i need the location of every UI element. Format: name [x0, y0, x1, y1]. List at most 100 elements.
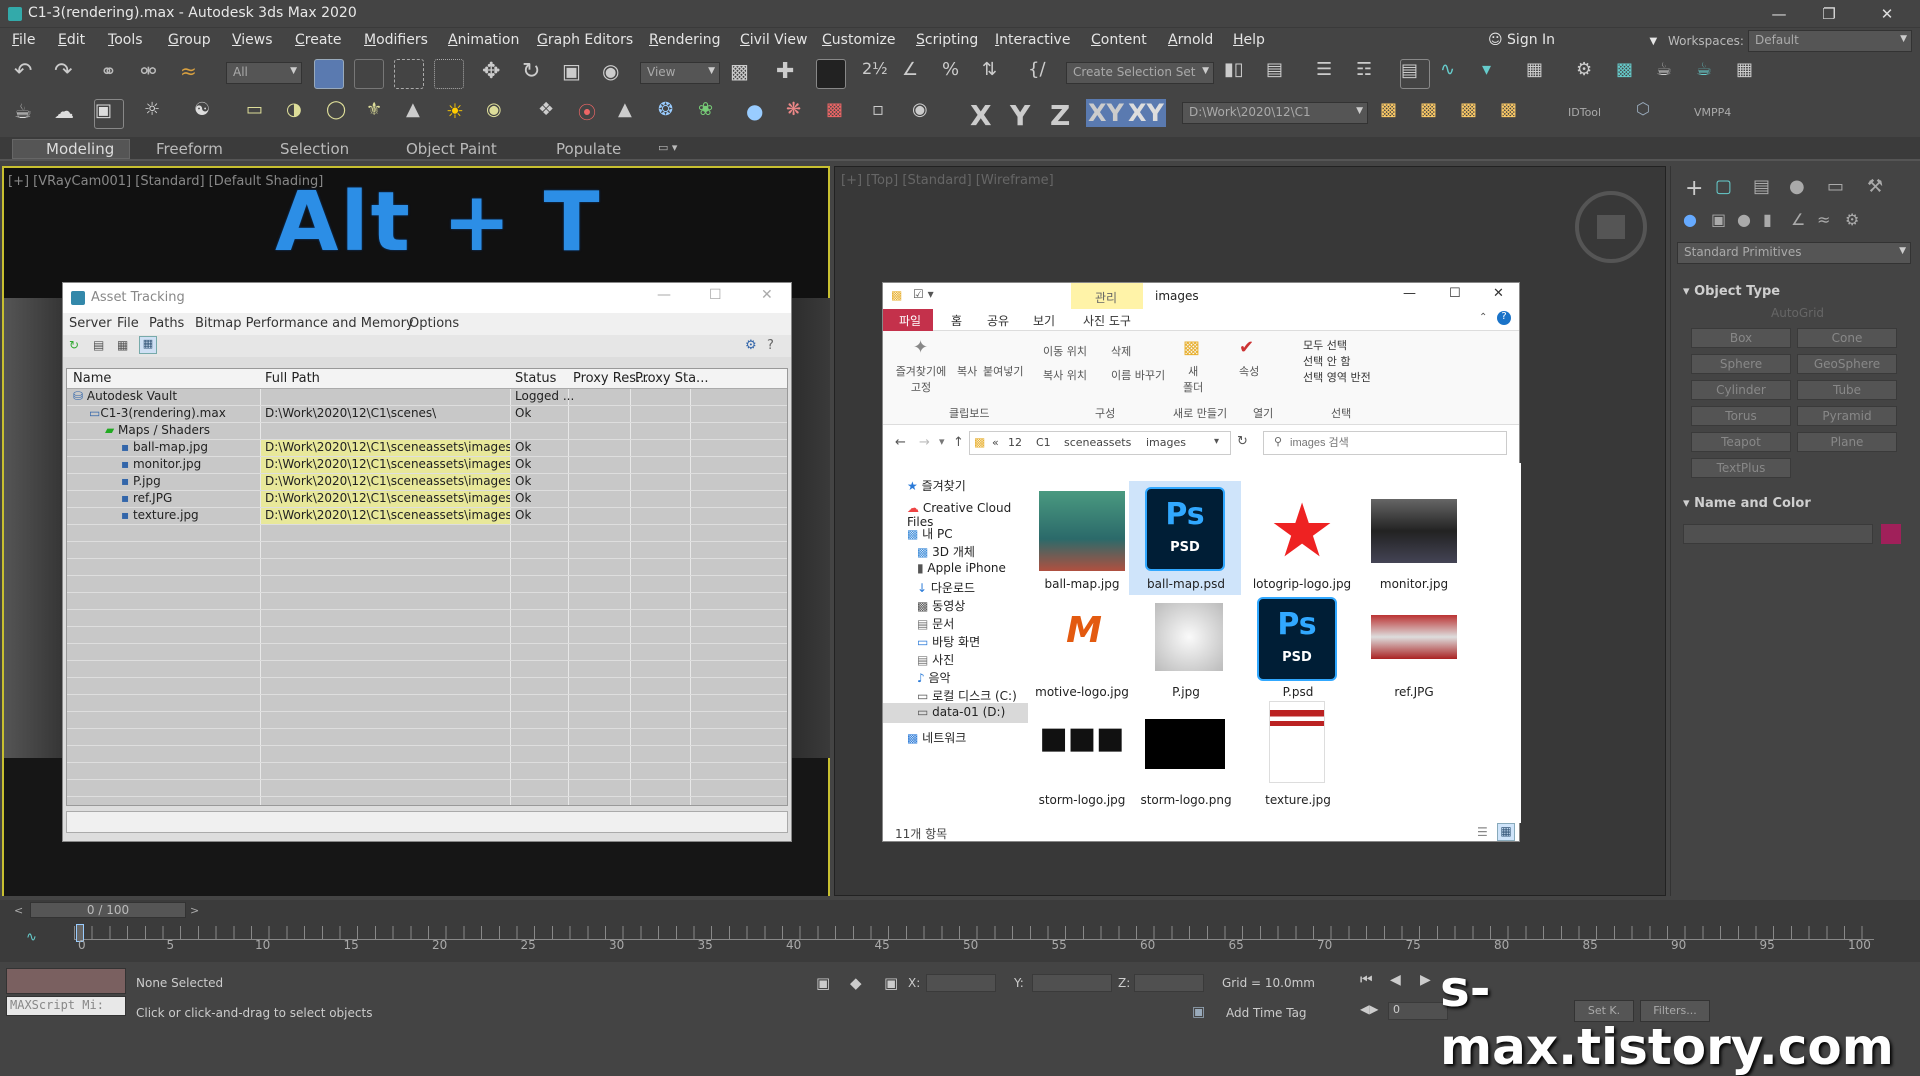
y-coordinate-field[interactable] — [1032, 974, 1112, 992]
autogrid-checkbox[interactable]: AutoGrid — [1771, 306, 1824, 320]
place-icon[interactable]: ◉ — [602, 59, 632, 89]
menu-interactive[interactable]: Interactive — [995, 32, 1070, 48]
menu-animation[interactable]: Animation — [448, 32, 519, 48]
table-row[interactable]: ▪ ref.JPG D:\Work\2020\12\C1\sceneassets\… — [67, 491, 787, 508]
mini-curve-editor-icon[interactable]: ∿ — [26, 930, 37, 945]
helpers-icon[interactable]: ∠ — [1791, 210, 1805, 229]
torus-button[interactable]: Torus — [1691, 406, 1791, 426]
close-button[interactable]: ✕ — [1864, 2, 1910, 26]
geosphere-button[interactable]: GeoSphere — [1797, 354, 1897, 374]
menu-arnold[interactable]: Arnold — [1168, 32, 1213, 48]
select-manipulate-icon[interactable]: ✚ — [776, 59, 806, 89]
vault-icon[interactable]: ⚙ — [745, 338, 757, 353]
col-full-path[interactable]: Full Path — [265, 371, 320, 386]
current-frame-field[interactable]: 0 — [1388, 1002, 1448, 1020]
ambient-light-icon[interactable]: ◉ — [486, 99, 516, 129]
table-row[interactable]: ⛁ Autodesk Vault Logged ... — [67, 389, 787, 406]
cone-button[interactable]: Cone — [1797, 328, 1897, 348]
properties-icon[interactable]: ✔ — [1239, 337, 1254, 358]
nav-3d-objects[interactable]: ▩ 3D 개체 — [917, 543, 975, 560]
cameras-icon[interactable]: ▮ — [1763, 210, 1772, 229]
link-icon[interactable]: ⚭ — [100, 59, 130, 89]
tube-button[interactable]: Tube — [1797, 380, 1897, 400]
cloud-render-icon[interactable]: ☁ — [54, 99, 84, 129]
menu-rendering[interactable]: Rendering — [649, 32, 721, 48]
object-color-swatch[interactable] — [1881, 524, 1901, 544]
rotate-icon[interactable]: ↻ — [522, 59, 552, 89]
sphere-light-icon[interactable]: ◯ — [326, 99, 356, 129]
plane-icon[interactable]: ▭ — [246, 99, 276, 129]
lights-icon[interactable]: ● — [1737, 210, 1751, 229]
file-label[interactable]: monitor.jpg — [1359, 577, 1469, 591]
refresh-icon[interactable]: ↻ — [1237, 434, 1248, 449]
address-bar[interactable]: ▩ « 12 C1 sceneassets images ▾ — [969, 431, 1231, 455]
recent-icon[interactable]: ▾ — [939, 435, 945, 448]
new-folder-icon[interactable]: ▩ — [1183, 337, 1200, 358]
file-label[interactable]: lotogrip-logo.jpg — [1247, 577, 1357, 591]
file-label[interactable]: texture.jpg — [1243, 793, 1353, 807]
sign-in-button[interactable]: ☺ Sign In ▼ — [1488, 32, 1657, 48]
percent-snap-icon[interactable]: % — [942, 59, 972, 89]
table-row[interactable]: ▪ ball-map.jpg D:\Work\2020\12\C1\sceneas… — [67, 440, 787, 457]
layer-explorer-icon[interactable]: ☶ — [1356, 59, 1386, 89]
refresh-icon[interactable]: ↻ — [69, 338, 79, 352]
delete-button[interactable]: 삭제 — [1111, 343, 1131, 359]
mesh-light-icon[interactable]: ⚜ — [366, 99, 396, 129]
prev-frame-icon[interactable]: < — [14, 904, 23, 917]
asset-icon[interactable]: ▩ — [1380, 99, 1410, 129]
nav-data-01-d[interactable]: ▭ data-01 (D:) — [917, 705, 1005, 719]
frame-buffer-icon[interactable]: ▣ — [94, 99, 124, 129]
menu-help[interactable]: Help — [1233, 32, 1265, 48]
shapes-icon[interactable]: ▣ — [1711, 210, 1726, 229]
tab-home[interactable]: 홈 — [951, 312, 962, 329]
material-ball-icon[interactable]: ❋ — [786, 99, 816, 129]
nav-quick-access[interactable]: ★ 즐겨찾기 — [907, 477, 966, 494]
table-row[interactable]: ▰ Maps / Shaders — [67, 423, 787, 440]
maxscript-input[interactable]: MAXScript Mi: — [6, 996, 126, 1016]
create-tab-icon[interactable]: + — [1685, 176, 1703, 201]
proxy-icon[interactable]: ❖ — [538, 99, 568, 129]
workspaces-dropdown[interactable]: Default — [1748, 30, 1912, 52]
spinner-snap-icon[interactable]: ⇅ — [982, 59, 1012, 89]
breadcrumb-overflow[interactable]: « — [992, 436, 999, 449]
window-crossing-icon[interactable] — [434, 59, 464, 89]
project-path-dropdown[interactable]: D:\Work\2020\12\C1 — [1182, 102, 1368, 124]
plane-button[interactable]: Plane — [1797, 432, 1897, 452]
environment-fog-icon[interactable]: ❂ — [658, 99, 688, 129]
tab-object-paint[interactable]: Object Paint — [406, 140, 497, 158]
menu-customize[interactable]: Customize — [822, 32, 896, 48]
menu-tools[interactable]: Tools — [108, 32, 143, 48]
manage-label[interactable]: 관리 — [1095, 289, 1117, 306]
table-row[interactable]: ▭C1-3(rendering).max D:\Work\2020\12\C1\s… — [67, 406, 787, 423]
light-lister-icon[interactable]: ☼ — [144, 99, 174, 129]
axis-z-button[interactable]: Z — [1050, 99, 1070, 132]
bind-spacewarp-icon[interactable]: ≈ — [180, 59, 210, 89]
render-in-cloud-icon[interactable]: ▦ — [1736, 59, 1766, 89]
material-editor-icon[interactable]: ▦ — [1526, 59, 1556, 89]
help-circle-icon[interactable]: ◉ — [912, 99, 942, 129]
undo-icon[interactable]: ↶ — [14, 59, 44, 89]
snaps-toggle-icon[interactable]: 2½ — [862, 59, 892, 89]
geometry-icon[interactable]: ● — [1683, 210, 1697, 229]
nav-music[interactable]: ♪ 음악 — [917, 669, 951, 686]
file-label[interactable]: storm-logo.png — [1131, 793, 1241, 807]
menu-options[interactable]: Options — [409, 316, 459, 331]
pivot-icon[interactable]: ▩ — [730, 59, 760, 89]
menu-civil-view[interactable]: Civil View — [740, 32, 807, 48]
motion-tab-icon[interactable]: ● — [1789, 176, 1805, 197]
tab-populate[interactable]: Populate — [556, 140, 621, 158]
clipper-icon[interactable]: ● — [746, 99, 776, 129]
time-slider[interactable]: 0 / 100 — [30, 902, 186, 918]
table-row[interactable]: ▪ monitor.jpg D:\Work\2020\12\C1\sceneass… — [67, 457, 787, 474]
rendered-frame-window-icon[interactable]: ▩ — [1616, 59, 1646, 89]
axis-xy-button[interactable]: XY — [1086, 99, 1126, 127]
add-time-tag-button[interactable]: Add Time Tag — [1226, 1006, 1307, 1020]
back-icon[interactable]: ← — [895, 435, 906, 450]
rename-button[interactable]: 이름 바꾸기 — [1111, 367, 1165, 383]
vmpp-icon[interactable]: ⬡ — [1636, 99, 1666, 129]
table-icon[interactable]: ▦ — [117, 338, 128, 352]
isolate-icon[interactable]: ▣ — [816, 974, 830, 992]
render-iterative-icon[interactable]: ☕ — [1696, 59, 1726, 89]
unlink-icon[interactable]: ⚮ — [140, 59, 170, 89]
utilities-tab-icon[interactable]: ⚒ — [1867, 176, 1883, 197]
